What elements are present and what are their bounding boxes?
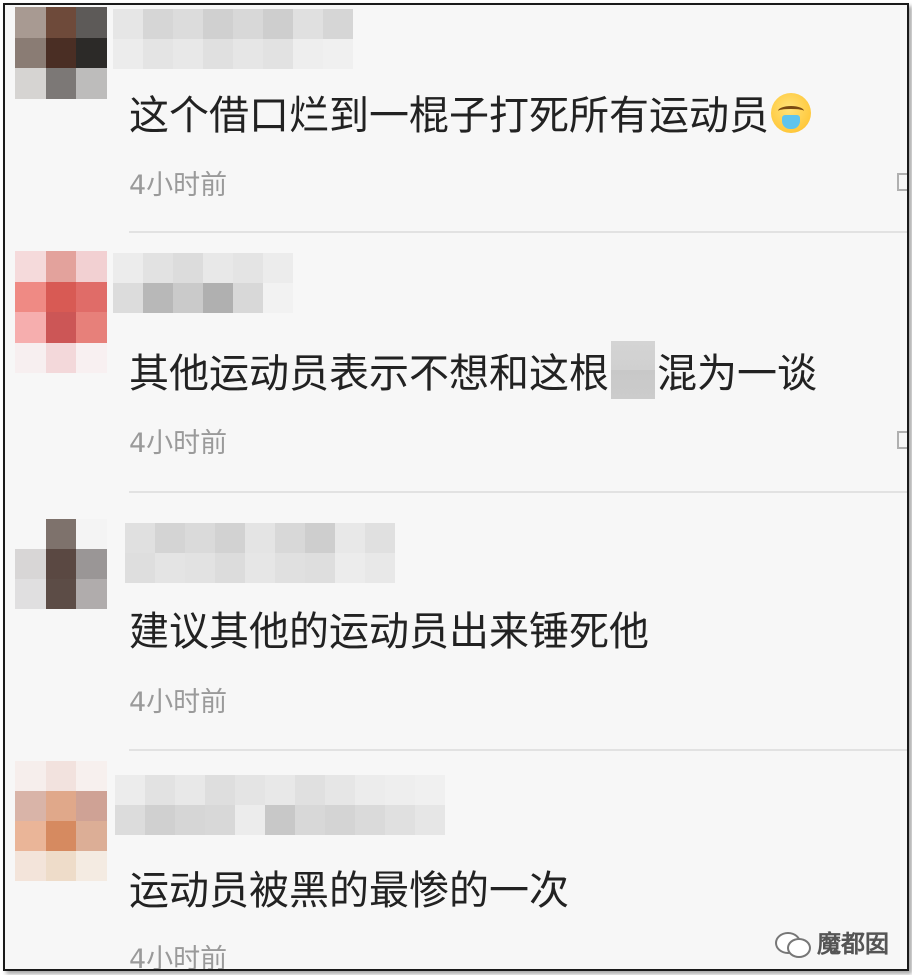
like-icon[interactable] — [897, 173, 907, 191]
comment-text: 运动员被黑的最惨的一次 — [129, 858, 569, 916]
comment-text-body: 这个借口烂到一棍子打死所有运动员 — [129, 93, 769, 139]
comment-time: 4小时前 — [129, 428, 228, 459]
username[interactable] — [113, 9, 353, 69]
vomiting-face-emoji-icon — [771, 93, 811, 133]
comment-text: 这个借口烂到一棍子打死所有运动员 — [129, 83, 811, 141]
comment-time: 4小时前 — [129, 170, 228, 201]
avatar[interactable] — [15, 251, 107, 343]
wechat-icon — [775, 928, 811, 958]
comment-text-body-after: 混为一谈 — [657, 351, 817, 397]
comment-time: 4小时前 — [129, 687, 228, 718]
username[interactable] — [125, 523, 395, 583]
comment-text: 建议其他的运动员出来锤死他 — [129, 599, 649, 657]
watermark: 魔都囡 — [775, 924, 889, 959]
avatar[interactable] — [15, 7, 107, 99]
comment-time: 4小时前 — [129, 944, 228, 971]
censored-word — [611, 341, 655, 399]
divider — [129, 749, 907, 751]
divider — [129, 491, 907, 493]
comment-text: 其他运动员表示不想和这根 混为一谈 — [129, 341, 817, 399]
watermark-text: 魔都囡 — [817, 930, 889, 958]
like-icon[interactable] — [897, 431, 907, 449]
avatar[interactable] — [15, 761, 107, 881]
avatar[interactable] — [15, 519, 107, 609]
divider — [129, 231, 907, 233]
comment-list: 这个借口烂到一棍子打死所有运动员 4小时前 其他运动员表示不想和这根 混为一谈 4… — [3, 3, 909, 971]
comment-text-body: 运动员被黑的最惨的一次 — [129, 868, 569, 914]
comment-text-body: 其他运动员表示不想和这根 — [129, 351, 609, 397]
comment-text-body: 建议其他的运动员出来锤死他 — [129, 609, 649, 655]
username[interactable] — [113, 253, 293, 313]
username[interactable] — [115, 775, 445, 835]
avatar-bottom — [15, 343, 107, 373]
